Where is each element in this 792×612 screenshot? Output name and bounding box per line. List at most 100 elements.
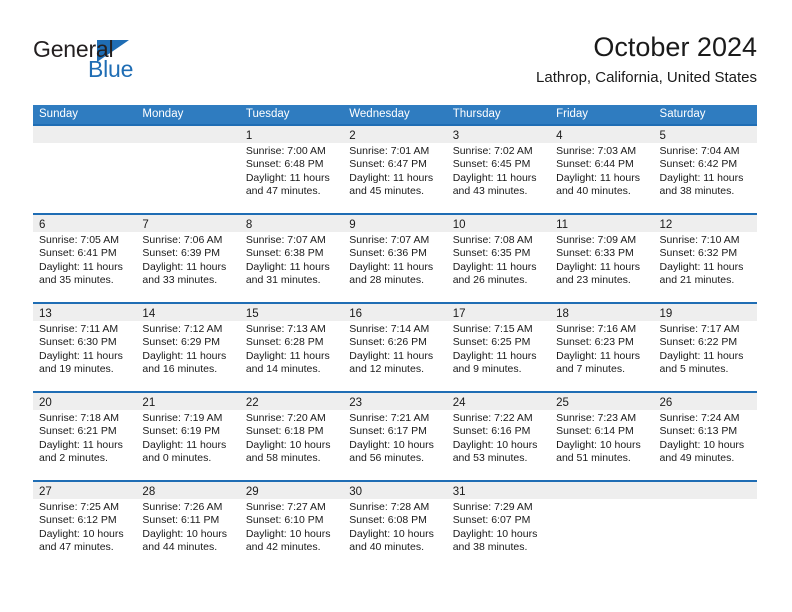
sunset-text: Sunset: 6:32 PM xyxy=(659,247,738,260)
daylight-text-line1: Daylight: 11 hours xyxy=(245,260,330,273)
day-cell[interactable]: 26 Sunrise: 7:24 AM Sunset: 6:13 PM Dayl… xyxy=(653,393,757,480)
day-number: 5 xyxy=(659,130,666,142)
sunrise-text: Sunrise: 7:06 AM xyxy=(142,234,223,246)
daylight-text-line1: Daylight: 10 hours xyxy=(452,527,538,540)
logo-text-blue: Blue xyxy=(88,56,134,82)
day-number: 22 xyxy=(245,397,259,409)
day-number: 28 xyxy=(142,486,156,498)
daylight-text-line2: and 44 minutes. xyxy=(142,541,218,554)
daylight-text-line1: Daylight: 11 hours xyxy=(39,260,123,273)
weekday-header-sunday: Sunday xyxy=(39,108,79,120)
day-cell[interactable]: 7 Sunrise: 7:06 AM Sunset: 6:39 PM Dayli… xyxy=(136,215,240,302)
day-cell[interactable]: 9 Sunrise: 7:07 AM Sunset: 6:36 PM Dayli… xyxy=(343,215,447,302)
day-cell[interactable]: 6 Sunrise: 7:05 AM Sunset: 6:41 PM Dayli… xyxy=(33,215,137,302)
daylight-text-line2: and 47 minutes. xyxy=(39,541,114,554)
day-cell[interactable]: 11 Sunrise: 7:09 AM Sunset: 6:33 PM Dayl… xyxy=(550,215,654,302)
day-cell[interactable] xyxy=(653,482,757,569)
calendar-table: Sunday Monday Tuesday Wednesday Thursday… xyxy=(33,105,757,569)
sunrise-text: Sunrise: 7:13 AM xyxy=(245,323,326,335)
day-cell[interactable]: 3 Sunrise: 7:02 AM Sunset: 6:45 PM Dayli… xyxy=(446,126,551,213)
sunset-text: Sunset: 6:48 PM xyxy=(245,158,324,171)
day-cell[interactable]: 28 Sunrise: 7:26 AM Sunset: 6:11 PM Dayl… xyxy=(136,482,240,569)
day-cell[interactable]: 23 Sunrise: 7:21 AM Sunset: 6:17 PM Dayl… xyxy=(343,393,447,480)
day-number: 25 xyxy=(556,397,569,409)
day-number: 4 xyxy=(556,130,563,142)
day-cell[interactable]: 16 Sunrise: 7:14 AM Sunset: 6:26 PM Dayl… xyxy=(343,304,447,391)
day-number: 12 xyxy=(659,219,673,231)
sunset-text: Sunset: 6:25 PM xyxy=(452,336,531,349)
daylight-text-line2: and 33 minutes. xyxy=(142,274,218,287)
daylight-text-line1: Daylight: 11 hours xyxy=(556,171,640,184)
daylight-text-line2: and 12 minutes. xyxy=(349,363,424,376)
sunrise-text: Sunrise: 7:18 AM xyxy=(39,412,119,424)
day-cell[interactable]: 27 Sunrise: 7:25 AM Sunset: 6:12 PM Dayl… xyxy=(33,482,137,569)
daylight-text-line1: Daylight: 11 hours xyxy=(349,260,434,273)
day-cell[interactable]: 13 Sunrise: 7:11 AM Sunset: 6:30 PM Dayl… xyxy=(33,304,137,391)
day-cell[interactable]: 1 Sunrise: 7:00 AM Sunset: 6:48 PM Dayli… xyxy=(239,126,344,213)
sunset-text: Sunset: 6:17 PM xyxy=(349,425,427,438)
page-title: October 2024 xyxy=(593,32,757,62)
day-number: 26 xyxy=(659,397,673,409)
day-cell[interactable]: 24 Sunrise: 7:22 AM Sunset: 6:16 PM Dayl… xyxy=(446,393,551,480)
weekday-header-row: Sunday Monday Tuesday Wednesday Thursday… xyxy=(33,105,757,124)
day-cell[interactable]: 15 Sunrise: 7:13 AM Sunset: 6:28 PM Dayl… xyxy=(239,304,344,391)
sunrise-text: Sunrise: 7:10 AM xyxy=(659,234,740,246)
day-cell[interactable] xyxy=(33,126,137,213)
day-cell[interactable]: 25 Sunrise: 7:23 AM Sunset: 6:14 PM Dayl… xyxy=(550,393,654,480)
day-cell[interactable]: 5 Sunrise: 7:04 AM Sunset: 6:42 PM Dayli… xyxy=(653,126,757,213)
daylight-text-line1: Daylight: 11 hours xyxy=(349,349,434,362)
day-number: 11 xyxy=(556,219,569,231)
day-number: 3 xyxy=(452,130,460,142)
sunrise-text: Sunrise: 7:08 AM xyxy=(452,234,533,246)
day-number: 6 xyxy=(39,219,46,231)
day-number: 17 xyxy=(452,308,466,320)
day-number: 1 xyxy=(245,130,253,142)
sunset-text: Sunset: 6:38 PM xyxy=(245,247,324,260)
week-row: 20 Sunrise: 7:18 AM Sunset: 6:21 PM Dayl… xyxy=(33,391,757,480)
sunset-text: Sunset: 6:45 PM xyxy=(452,158,531,171)
day-cell[interactable]: 8 Sunrise: 7:07 AM Sunset: 6:38 PM Dayli… xyxy=(239,215,344,302)
day-cell[interactable]: 21 Sunrise: 7:19 AM Sunset: 6:19 PM Dayl… xyxy=(136,393,240,480)
day-cell[interactable]: 12 Sunrise: 7:10 AM Sunset: 6:32 PM Dayl… xyxy=(653,215,757,302)
day-cell[interactable]: 14 Sunrise: 7:12 AM Sunset: 6:29 PM Dayl… xyxy=(136,304,240,391)
sunrise-text: Sunrise: 7:21 AM xyxy=(349,412,430,424)
daylight-text-line1: Daylight: 11 hours xyxy=(142,260,227,273)
daylight-text-line1: Daylight: 11 hours xyxy=(452,349,537,362)
daylight-text-line1: Daylight: 11 hours xyxy=(142,349,227,362)
sunset-text: Sunset: 6:44 PM xyxy=(556,158,634,171)
sunset-text: Sunset: 6:10 PM xyxy=(245,514,324,527)
day-cell[interactable]: 18 Sunrise: 7:16 AM Sunset: 6:23 PM Dayl… xyxy=(550,304,654,391)
sunrise-text: Sunrise: 7:22 AM xyxy=(452,412,533,424)
day-number: 14 xyxy=(142,308,156,320)
day-cell[interactable]: 10 Sunrise: 7:08 AM Sunset: 6:35 PM Dayl… xyxy=(446,215,551,302)
day-number: 13 xyxy=(39,308,52,320)
day-cell[interactable]: 20 Sunrise: 7:18 AM Sunset: 6:21 PM Dayl… xyxy=(33,393,137,480)
day-cell[interactable]: 4 Sunrise: 7:03 AM Sunset: 6:44 PM Dayli… xyxy=(550,126,654,213)
day-cell[interactable]: 19 Sunrise: 7:17 AM Sunset: 6:22 PM Dayl… xyxy=(653,304,757,391)
location-subtitle: Lathrop, California, United States xyxy=(536,69,757,86)
daylight-text-line1: Daylight: 11 hours xyxy=(39,349,123,362)
sunrise-text: Sunrise: 7:27 AM xyxy=(245,501,326,513)
sunset-text: Sunset: 6:14 PM xyxy=(556,425,634,438)
week-row: 6 Sunrise: 7:05 AM Sunset: 6:41 PM Dayli… xyxy=(33,213,757,302)
weekday-header-wednesday: Wednesday xyxy=(349,108,410,120)
day-cell[interactable] xyxy=(550,482,654,569)
daylight-text-line2: and 14 minutes. xyxy=(245,363,321,376)
sunrise-text: Sunrise: 7:14 AM xyxy=(349,323,430,335)
daylight-text-line2: and 43 minutes. xyxy=(452,185,528,198)
daylight-text-line1: Daylight: 10 hours xyxy=(452,438,538,451)
day-cell[interactable] xyxy=(136,126,240,213)
daylight-text-line1: Daylight: 11 hours xyxy=(659,349,744,362)
day-cell[interactable]: 22 Sunrise: 7:20 AM Sunset: 6:18 PM Dayl… xyxy=(239,393,344,480)
sunrise-text: Sunrise: 7:00 AM xyxy=(245,145,326,157)
calendar-page: General Blue October 2024 Lathrop, Calif… xyxy=(0,0,792,612)
sunset-text: Sunset: 6:41 PM xyxy=(39,247,117,260)
daylight-text-line1: Daylight: 10 hours xyxy=(245,438,331,451)
day-cell[interactable]: 29 Sunrise: 7:27 AM Sunset: 6:10 PM Dayl… xyxy=(239,482,344,569)
day-cell[interactable]: 31 Sunrise: 7:29 AM Sunset: 6:07 PM Dayl… xyxy=(446,482,551,569)
day-cell[interactable]: 17 Sunrise: 7:15 AM Sunset: 6:25 PM Dayl… xyxy=(446,304,551,391)
daylight-text-line1: Daylight: 11 hours xyxy=(452,260,537,273)
day-cell[interactable]: 2 Sunrise: 7:01 AM Sunset: 6:47 PM Dayli… xyxy=(343,126,447,213)
day-cell[interactable]: 30 Sunrise: 7:28 AM Sunset: 6:08 PM Dayl… xyxy=(343,482,447,569)
weekday-header-tuesday: Tuesday xyxy=(245,108,290,120)
